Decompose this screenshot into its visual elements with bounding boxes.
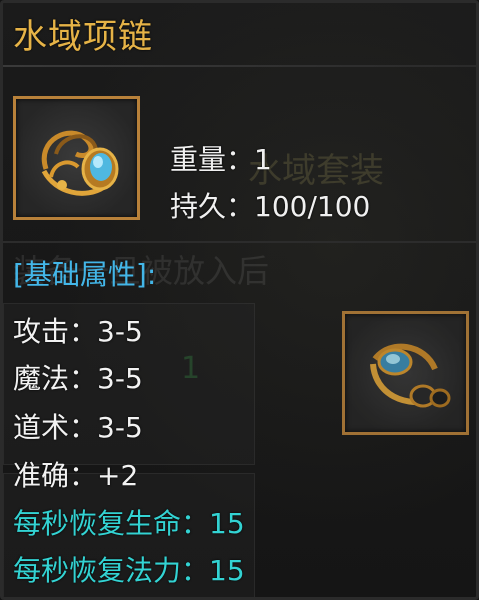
necklace-icon: [370, 343, 451, 408]
item-tooltip: 水域套装 装备一旦被放入后 1 水域项链 重量：1 持久：100/100 [基础…: [0, 0, 479, 600]
section-divider: [3, 241, 476, 243]
compare-item-slot[interactable]: [342, 311, 469, 435]
attribute-colon: ：: [69, 411, 98, 444]
attribute-taoism: 道术：3-5: [13, 406, 143, 446]
attribute-accuracy: 准确：+2: [13, 454, 138, 494]
attribute-label: 魔法: [13, 362, 70, 395]
item-icon-slot: [13, 96, 140, 220]
attribute-colon: ：: [69, 362, 98, 395]
attribute-value: +2: [97, 459, 139, 492]
attribute-label: 每秒恢复法力: [13, 554, 182, 587]
weight-stat: 重量：1: [170, 138, 272, 178]
attribute-value: 3-5: [97, 315, 143, 348]
attribute-attack: 攻击：3-5: [13, 310, 143, 350]
weight-label: 重量: [170, 143, 227, 176]
attribute-label: 每秒恢复生命: [13, 507, 182, 540]
attribute-colon: ：: [181, 554, 210, 587]
weight-value: 1: [254, 143, 272, 176]
basic-attributes-header: [基础属性]:: [13, 258, 157, 291]
attribute-colon: ：: [69, 315, 98, 348]
attribute-label: 道术: [13, 411, 70, 444]
weight-colon: ：: [226, 143, 255, 176]
attribute-magic: 魔法：3-5: [13, 357, 143, 397]
durability-colon: ：: [226, 190, 255, 223]
durability-label: 持久: [170, 190, 227, 223]
necklace-icon: [41, 130, 119, 196]
attribute-hp-regen: 每秒恢复生命：15: [13, 502, 245, 542]
durability-stat: 持久：100/100: [170, 185, 370, 225]
attribute-label: 准确: [13, 459, 70, 492]
title-divider: [3, 65, 476, 67]
attribute-colon: ：: [181, 507, 210, 540]
attribute-value: 3-5: [97, 411, 143, 444]
attribute-colon: ：: [69, 459, 98, 492]
attribute-value: 3-5: [97, 362, 143, 395]
attribute-value: 15: [209, 507, 245, 540]
attribute-mp-regen: 每秒恢复法力：15: [13, 549, 245, 589]
attribute-value: 15: [209, 554, 245, 587]
attribute-label: 攻击: [13, 315, 70, 348]
item-name: 水域项链: [13, 17, 153, 57]
durability-value: 100/100: [254, 190, 371, 223]
